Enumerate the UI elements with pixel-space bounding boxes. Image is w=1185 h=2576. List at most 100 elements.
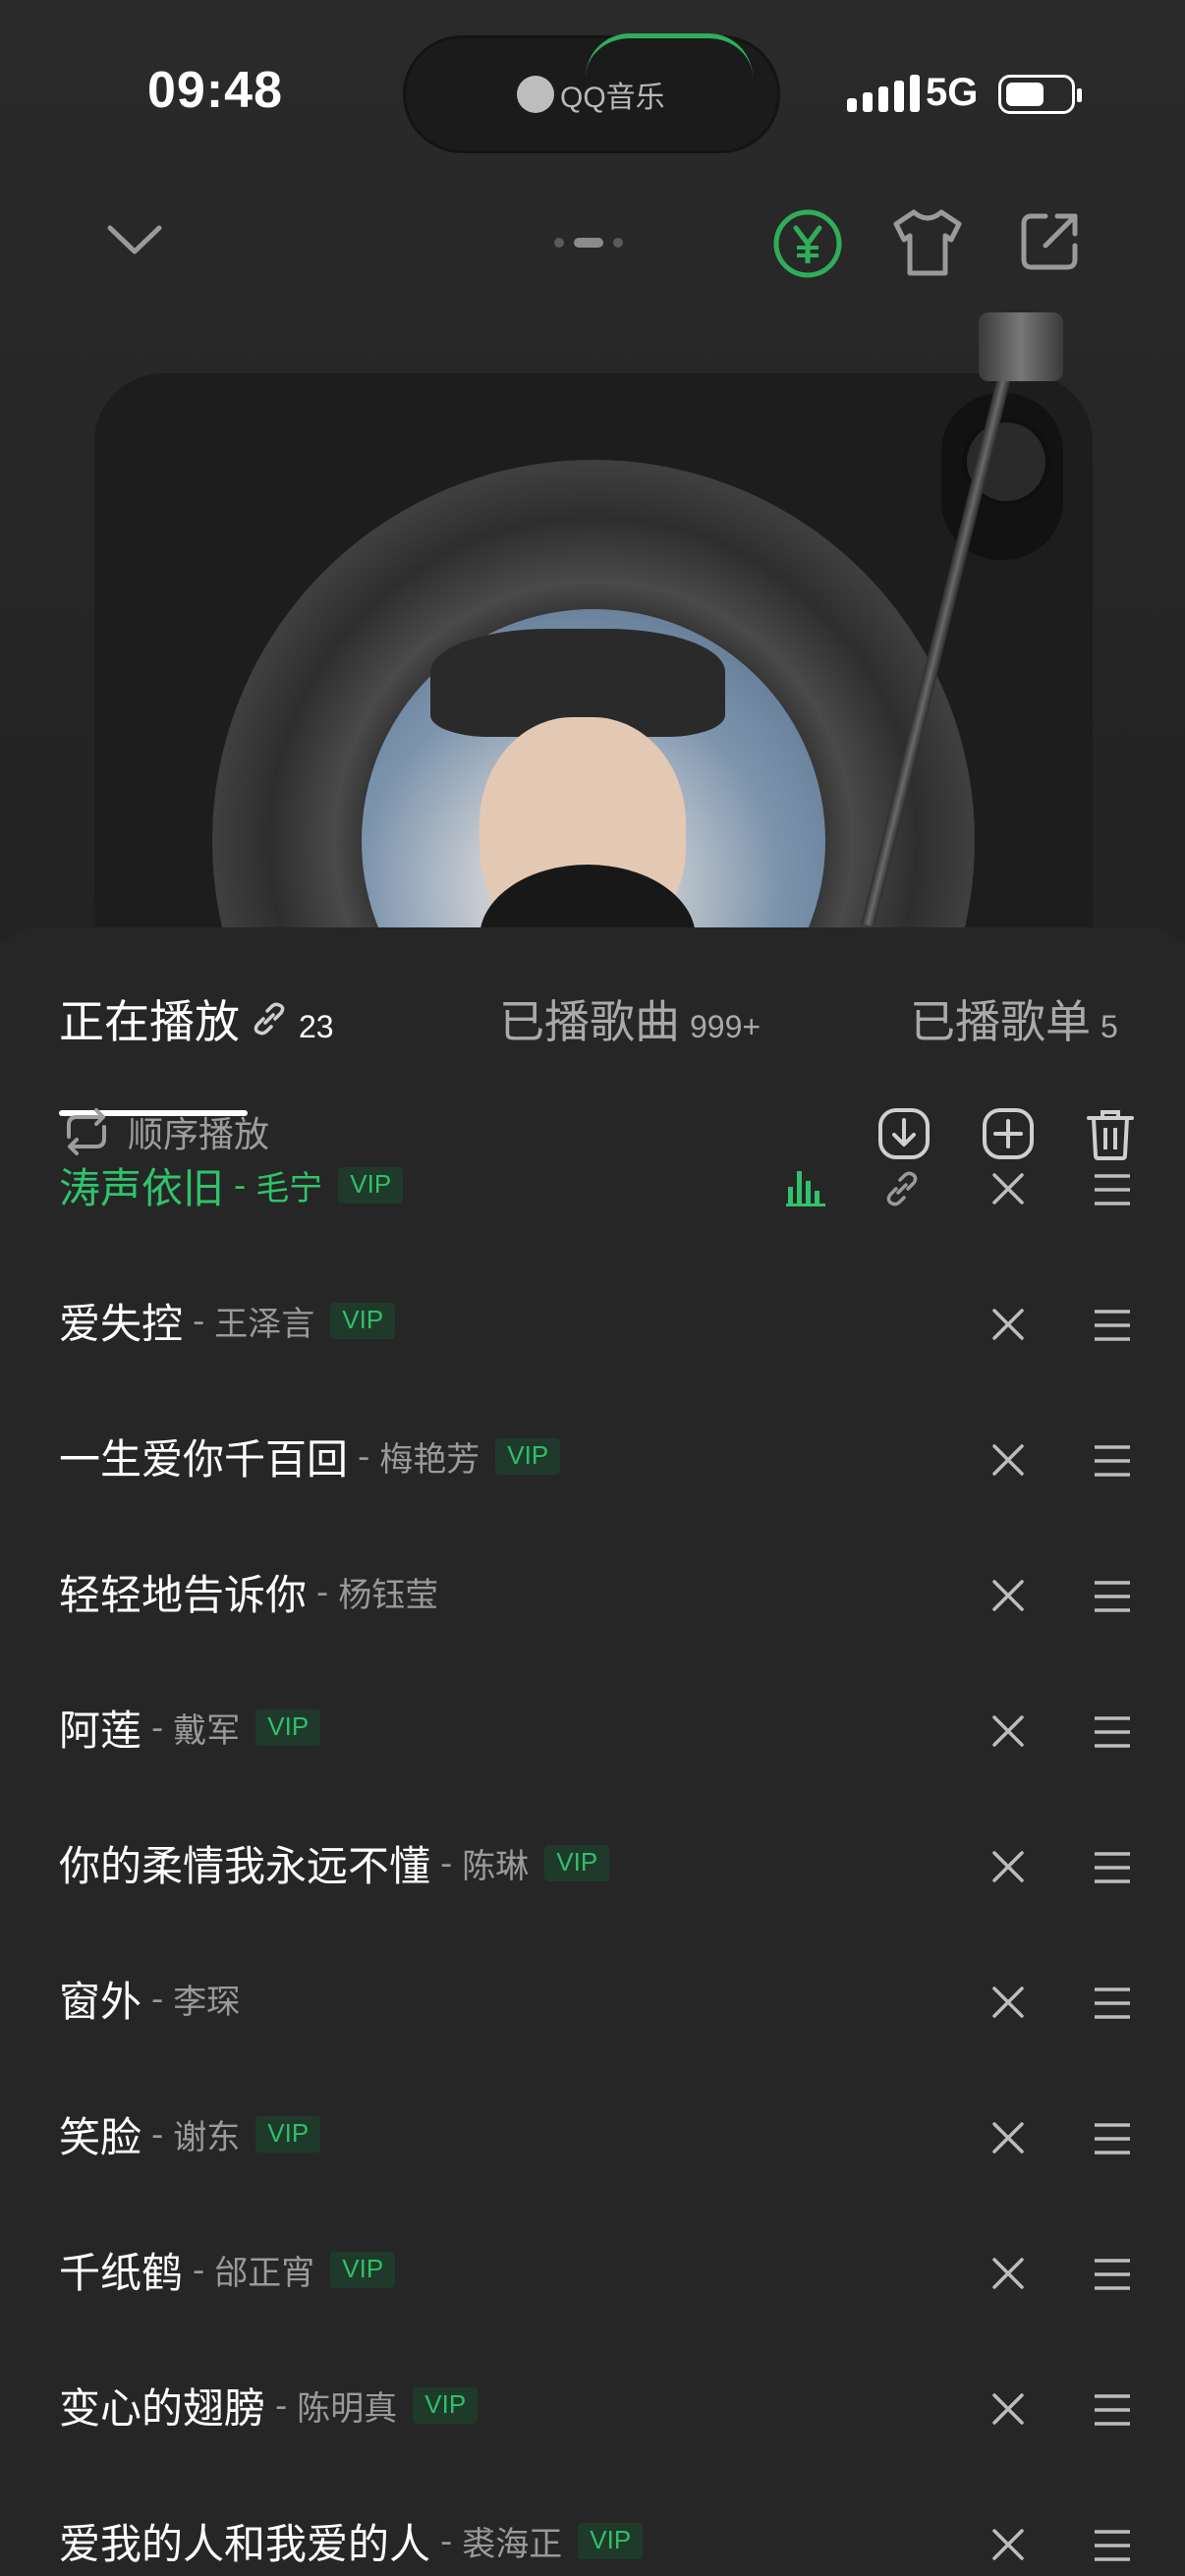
song-title-line: 笑脸 - 谢东 VIP	[59, 2104, 321, 2164]
vip-badge: VIP	[413, 2387, 479, 2424]
song-title: 爱失控	[59, 1300, 184, 1348]
tab-played-playlists[interactable]: 已播歌单 5	[910, 986, 1118, 1051]
playlist: 涛声依旧 - 毛宁 VIP 爱失控 - 王泽言 VIP 一生爱你千百回 - 梅艳…	[0, 1144, 1185, 2576]
song-title: 涛声依旧	[59, 1164, 225, 1212]
artist-name: 陈琳	[462, 1847, 530, 1886]
artist-name: 戴军	[173, 1711, 241, 1751]
vip-badge: VIP	[255, 1709, 321, 1746]
close-icon[interactable]	[988, 1576, 1028, 1615]
artist-name: 梅艳芳	[379, 1440, 480, 1480]
tab-now-playing[interactable]: 正在播放 23	[59, 986, 334, 1051]
artist-name: 毛宁	[255, 1169, 323, 1208]
tab-count: 999+	[690, 1009, 762, 1044]
vip-badge: VIP	[578, 2523, 644, 2559]
island-progress-arc	[586, 33, 753, 78]
status-time: 09:48	[147, 62, 283, 119]
artist-name: 李琛	[173, 1983, 241, 2022]
vip-badge: VIP	[338, 1167, 404, 1204]
separator: -	[275, 2385, 288, 2426]
separator: -	[151, 2114, 164, 2155]
battery-icon	[998, 75, 1082, 114]
separator: -	[234, 1165, 247, 1205]
drag-handle-icon[interactable]	[1093, 1309, 1132, 1342]
artist-name: 陈明真	[297, 2389, 398, 2429]
tab-played-songs[interactable]: 已播歌曲 999+	[499, 986, 761, 1051]
network-type: 5G	[926, 71, 979, 114]
share-icon[interactable]	[1018, 208, 1083, 273]
artist-name: 杨钰莹	[338, 1576, 439, 1615]
vip-badge: VIP	[330, 1303, 396, 1339]
drag-handle-icon[interactable]	[1093, 1580, 1132, 1613]
playing-bars-icon	[786, 1171, 825, 1206]
drag-handle-icon[interactable]	[1093, 1444, 1132, 1478]
artist-name: 谢东	[173, 2118, 241, 2157]
close-icon[interactable]	[988, 2389, 1028, 2429]
tab-label: 正在播放	[59, 995, 240, 1048]
page-indicator	[554, 238, 623, 248]
list-item[interactable]: 爱我的人和我爱的人 - 裘海正 VIP	[0, 2480, 1185, 2576]
vip-badge: VIP	[544, 1845, 610, 1881]
drag-handle-icon[interactable]	[1093, 1987, 1132, 2020]
close-icon[interactable]	[988, 1711, 1028, 1751]
chevron-down-icon[interactable]	[106, 222, 163, 257]
qq-music-logo-icon	[517, 76, 554, 113]
song-title-line: 阿莲 - 戴军 VIP	[59, 1698, 321, 1758]
drag-handle-icon[interactable]	[1093, 2393, 1132, 2427]
list-item[interactable]: 千纸鹤 - 邰正宵 VIP	[0, 2209, 1185, 2344]
tab-count: 23	[299, 1009, 334, 1044]
song-title: 变心的翅膀	[59, 2384, 266, 2433]
drag-handle-icon[interactable]	[1093, 1173, 1132, 1206]
close-icon[interactable]	[988, 2525, 1028, 2564]
link-icon[interactable]	[882, 1167, 922, 1210]
song-title-line: 涛声依旧 - 毛宁 VIP	[59, 1155, 404, 1215]
close-icon[interactable]	[988, 1305, 1028, 1344]
song-title: 笑脸	[59, 2113, 142, 2161]
close-icon[interactable]	[988, 1440, 1028, 1480]
list-item[interactable]: 窗外 - 李琛	[0, 1937, 1185, 2073]
list-item[interactable]: 爱失控 - 王泽言 VIP	[0, 1260, 1185, 1395]
artist-name: 王泽言	[214, 1305, 315, 1344]
list-item[interactable]: 涛声依旧 - 毛宁 VIP	[0, 1124, 1185, 1260]
drag-handle-icon[interactable]	[1093, 2122, 1132, 2156]
song-title-line: 爱我的人和我爱的人 - 裘海正 VIP	[59, 2511, 644, 2571]
list-item[interactable]: 你的柔情我永远不懂 - 陈琳 VIP	[0, 1802, 1185, 1937]
drag-handle-icon[interactable]	[1093, 2529, 1132, 2562]
playlist-tabs: 正在播放 23 已播歌曲 999+ 已播歌单 5	[0, 986, 1185, 1116]
song-title-line: 千纸鹤 - 邰正宵 VIP	[59, 2240, 396, 2300]
song-title: 千纸鹤	[59, 2249, 184, 2297]
close-icon[interactable]	[988, 1847, 1028, 1886]
separator: -	[358, 1436, 370, 1477]
list-item[interactable]: 轻轻地告诉你 - 杨钰莹	[0, 1531, 1185, 1666]
list-item[interactable]: 变心的翅膀 - 陈明真 VIP	[0, 2344, 1185, 2480]
song-title-line: 你的柔情我永远不懂 - 陈琳 VIP	[59, 1833, 610, 1893]
song-title: 轻轻地告诉你	[59, 1571, 308, 1619]
tab-label: 已播歌曲	[499, 995, 680, 1048]
tonearm-counterweight	[979, 312, 1063, 381]
song-title-line: 爱失控 - 王泽言 VIP	[59, 1291, 396, 1351]
list-item[interactable]: 一生爱你千百回 - 梅艳芳 VIP	[0, 1395, 1185, 1531]
vip-badge: VIP	[495, 1438, 561, 1475]
song-title-line: 窗外 - 李琛	[59, 1969, 240, 2029]
yuan-icon[interactable]	[772, 208, 843, 279]
separator: -	[151, 1708, 164, 1748]
close-icon[interactable]	[988, 1983, 1028, 2022]
song-title: 窗外	[59, 1978, 142, 2026]
island-app-label: QQ音乐	[517, 73, 665, 116]
artist-name: 邰正宵	[214, 2254, 315, 2293]
drag-handle-icon[interactable]	[1093, 2258, 1132, 2291]
song-title: 你的柔情我永远不懂	[59, 1842, 431, 1890]
song-title-line: 一生爱你千百回 - 梅艳芳 VIP	[59, 1427, 561, 1486]
separator: -	[440, 1843, 453, 1883]
close-icon[interactable]	[988, 2254, 1028, 2293]
close-icon[interactable]	[988, 1169, 1028, 1208]
drag-handle-icon[interactable]	[1093, 1715, 1132, 1749]
close-icon[interactable]	[988, 2118, 1028, 2157]
player-background: 09:48 QQ音乐 5G	[0, 0, 1185, 1222]
separator: -	[151, 1979, 164, 2019]
song-title: 爱我的人和我爱的人	[59, 2520, 431, 2568]
list-item[interactable]: 阿莲 - 戴军 VIP	[0, 1666, 1185, 1802]
tab-count: 5	[1100, 1009, 1118, 1044]
tshirt-icon[interactable]	[890, 206, 965, 279]
list-item[interactable]: 笑脸 - 谢东 VIP	[0, 2073, 1185, 2209]
drag-handle-icon[interactable]	[1093, 1851, 1132, 1884]
